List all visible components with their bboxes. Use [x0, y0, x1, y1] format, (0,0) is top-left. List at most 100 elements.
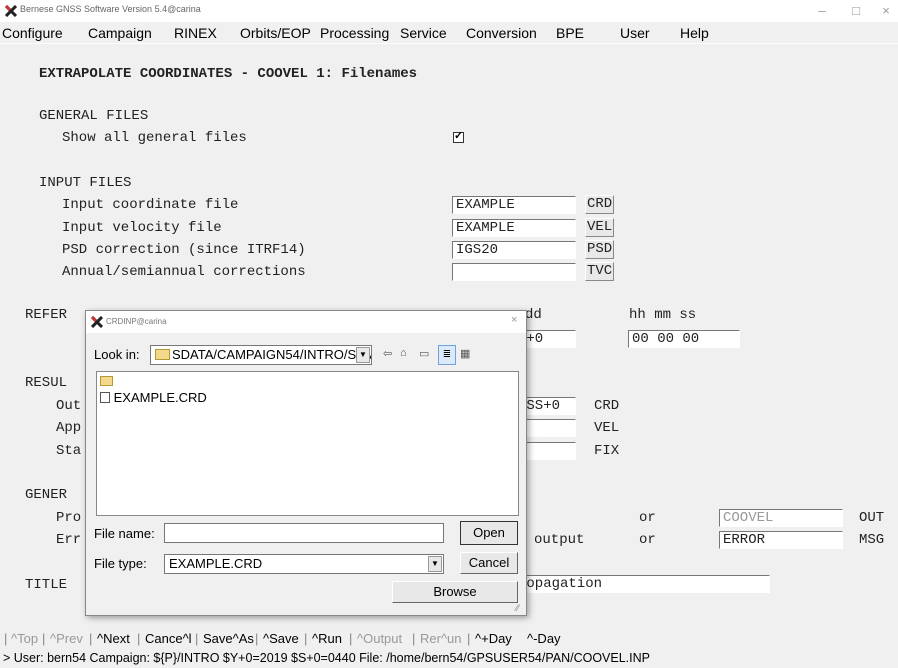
input-coord-ext-button[interactable]: CRD — [585, 195, 615, 214]
filename-input[interactable] — [164, 523, 444, 543]
maximize-button[interactable]: □ — [846, 3, 866, 19]
dialog-title: CRDINP@carina — [106, 317, 167, 326]
psd-ext-button[interactable]: PSD — [585, 240, 615, 259]
menu-user[interactable]: User — [620, 25, 650, 41]
program-output-ext: OUT — [859, 510, 885, 526]
minus-day-button[interactable]: ^-Day — [527, 631, 561, 646]
input-coord-label: Input coordinate file — [62, 197, 239, 213]
filetype-combo[interactable]: EXAMPLE.CRD ▼ — [164, 554, 444, 574]
run-button[interactable]: ^Run — [312, 631, 342, 646]
folder-icon — [155, 349, 170, 360]
rerun-button[interactable]: Rer^un — [420, 631, 462, 646]
save-button[interactable]: ^Save — [263, 631, 299, 646]
result-files-heading: RESUL — [25, 375, 68, 391]
top-button[interactable]: ^Top — [11, 631, 38, 646]
output-coord-label: Out — [56, 398, 82, 414]
prev-button[interactable]: ^Prev — [50, 631, 83, 646]
minimize-button[interactable]: – — [812, 3, 832, 19]
input-coord-field[interactable]: EXAMPLE — [452, 196, 576, 214]
show-all-checkbox[interactable]: ✓ — [453, 130, 464, 143]
general-output-heading: GENER — [25, 487, 68, 503]
title-field[interactable]: ropagation — [514, 575, 770, 593]
psd-label: PSD correction (since ITRF14) — [62, 242, 306, 258]
back-icon[interactable]: ⇦ — [383, 347, 392, 360]
chevron-down-icon[interactable]: ▼ — [428, 556, 442, 572]
input-vel-field[interactable]: EXAMPLE — [452, 219, 576, 237]
program-output-label: Pro — [56, 510, 82, 526]
dialog-close-button[interactable]: × — [511, 314, 517, 326]
menu-bar: Configure Campaign RINEX Orbits/EOP Proc… — [0, 22, 898, 44]
station-ext: FIX — [594, 443, 620, 459]
menu-conversion[interactable]: Conversion — [466, 25, 537, 41]
file-dialog: CRDINP@carina × Look in: SDATA/CAMPAIGN5… — [85, 310, 527, 616]
close-button[interactable]: × — [876, 3, 896, 19]
input-files-heading: INPUT FILES — [39, 175, 132, 191]
bernese-logo-icon — [91, 316, 103, 328]
hhmmss-label: hh mm ss — [629, 307, 697, 323]
error-message-label: Err — [56, 532, 82, 548]
cancel-button[interactable]: Cancel — [460, 552, 518, 574]
menu-orbits-eop[interactable]: Orbits/EOP — [240, 25, 311, 41]
lookin-combo[interactable]: SDATA/CAMPAIGN54/INTRO/STA/ ▼ — [150, 345, 372, 365]
show-all-label: Show all general files — [62, 130, 247, 146]
menu-bpe[interactable]: BPE — [556, 25, 584, 41]
menu-processing[interactable]: Processing — [320, 25, 389, 41]
bottom-button-bar: | ^Top | ^Prev | ^Next | Cance^l | Save^… — [4, 631, 561, 646]
bernese-logo-icon — [5, 5, 17, 17]
title-label: TITLE — [25, 577, 68, 593]
input-vel-label: Input velocity file — [62, 220, 222, 236]
filename-label: File name: — [94, 526, 155, 541]
filetype-value: EXAMPLE.CRD — [169, 556, 263, 571]
resize-grip-icon[interactable]: ⁄⁄ — [516, 603, 519, 613]
detail-view-icon[interactable]: ▦ — [460, 347, 470, 360]
apply-vel-label: App — [56, 420, 82, 436]
annual-label: Annual/semiannual corrections — [62, 264, 306, 280]
menu-campaign[interactable]: Campaign — [88, 25, 152, 41]
output-coord-ext: CRD — [594, 398, 620, 414]
reference-epoch-heading: REFER — [25, 307, 68, 323]
chevron-down-icon[interactable]: ▼ — [356, 347, 370, 363]
program-output-field[interactable]: COOVEL — [719, 509, 843, 527]
or-label-2: or — [639, 532, 656, 548]
filetype-label: File type: — [94, 556, 147, 571]
menu-help[interactable]: Help — [680, 25, 709, 41]
menu-rinex[interactable]: RINEX — [174, 25, 217, 41]
error-message-ext: MSG — [859, 532, 885, 548]
saveas-button[interactable]: Save^As — [203, 631, 254, 646]
window-titlebar: Bernese GNSS Software Version 5.4@carina… — [0, 0, 898, 22]
general-files-heading: GENERAL FILES — [39, 108, 149, 124]
input-vel-ext-button[interactable]: VEL — [585, 218, 615, 237]
panel-heading: EXTRAPOLATE COORDINATES - COOVEL 1: File… — [39, 66, 418, 82]
window-title: Bernese GNSS Software Version 5.4@carina — [20, 4, 201, 14]
apply-vel-ext: VEL — [594, 420, 620, 436]
error-message-field[interactable]: ERROR — [719, 531, 843, 549]
time-field[interactable]: 00 00 00 — [628, 330, 740, 348]
dialog-titlebar: CRDINP@carina × — [86, 311, 526, 333]
or-label-1: or — [639, 510, 656, 526]
lookin-value: SDATA/CAMPAIGN54/INTRO/STA/ — [172, 347, 372, 362]
station-label: Sta — [56, 443, 82, 459]
list-item[interactable]: EXAMPLE.CRD — [100, 390, 207, 405]
browse-button[interactable]: Browse — [392, 581, 518, 603]
dd-label: dd — [525, 307, 542, 323]
output-button[interactable]: ^Output — [357, 631, 402, 646]
plus-day-button[interactable]: ^+Day — [475, 631, 512, 646]
psd-field[interactable]: IGS20 — [452, 241, 576, 259]
cancel-bar-button[interactable]: Cance^l — [145, 631, 192, 646]
file-icon — [100, 392, 110, 403]
new-folder-icon[interactable]: ▭ — [419, 347, 429, 360]
list-view-icon[interactable]: ≣ — [438, 345, 456, 365]
annual-ext-button[interactable]: TVC — [585, 262, 615, 281]
output-label: output — [534, 532, 585, 548]
file-list[interactable]: .. EXAMPLE.CRD — [96, 371, 519, 516]
up-folder-icon[interactable]: ⌂ — [400, 347, 407, 359]
menu-service[interactable]: Service — [400, 25, 447, 41]
next-button[interactable]: ^Next — [97, 631, 130, 646]
annual-field[interactable] — [452, 263, 576, 281]
lookin-label: Look in: — [94, 347, 140, 362]
open-button[interactable]: Open — [460, 521, 518, 545]
checkmark-icon: ✓ — [454, 130, 464, 142]
menu-configure[interactable]: Configure — [2, 25, 63, 41]
file-name: EXAMPLE.CRD — [113, 390, 207, 405]
status-line: > User: bern54 Campaign: ${P}/INTRO $Y+0… — [3, 651, 650, 665]
